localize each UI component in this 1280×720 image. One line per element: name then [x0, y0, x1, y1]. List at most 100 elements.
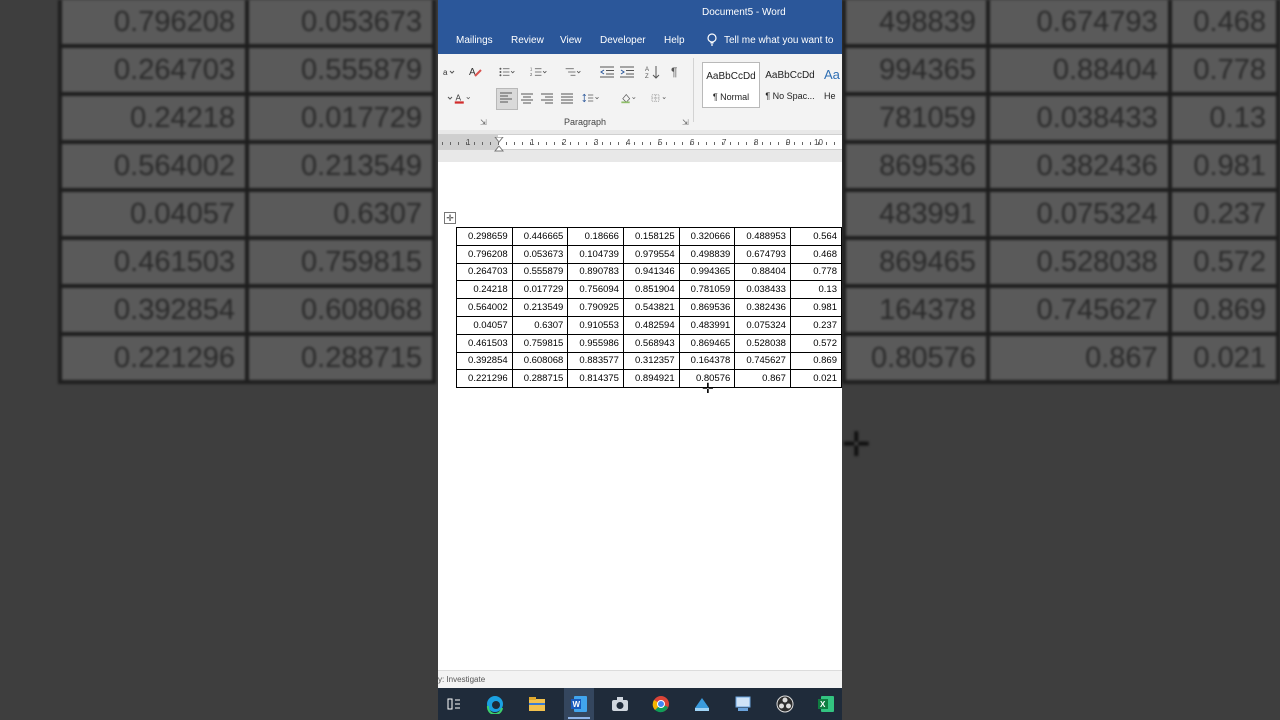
indent-marker-icon[interactable]	[494, 137, 504, 153]
highlight-dropdown-fragment[interactable]	[440, 90, 453, 106]
table-cell[interactable]: 0.13	[789, 280, 842, 300]
table-cell[interactable]: 0.461503	[456, 333, 513, 353]
table-cell[interactable]: 0.498839	[678, 244, 736, 264]
font-dropdown-fragment[interactable]: a	[440, 64, 455, 80]
table-cell[interactable]: 0.528038	[734, 333, 791, 353]
table-cell[interactable]: 0.851904	[622, 280, 680, 300]
table-cell[interactable]: 0.608068	[511, 351, 569, 371]
table-cell[interactable]: 0.796208	[456, 244, 513, 264]
multilevel-list-icon[interactable]	[564, 64, 586, 80]
shading-icon[interactable]	[620, 90, 646, 106]
paragraph-group-launcher-icon[interactable]: ⇲	[682, 118, 690, 127]
table-cell[interactable]: 0.814375	[567, 369, 624, 389]
align-right-icon[interactable]	[538, 90, 556, 106]
table-cell[interactable]: 0.021	[789, 369, 842, 389]
increase-indent-icon[interactable]	[618, 64, 636, 80]
table-cell[interactable]: 0.446665	[511, 227, 569, 246]
table-cell[interactable]: 0.213549	[511, 298, 569, 317]
table-cell[interactable]: 0.18666	[567, 227, 624, 246]
table-cell[interactable]: 0.869536	[678, 298, 736, 317]
table-cell[interactable]: 0.674793	[734, 244, 791, 264]
table-cell[interactable]: 0.24218	[456, 280, 513, 300]
table-cell[interactable]: 0.158125	[622, 227, 680, 246]
table-cell[interactable]: 0.894921	[622, 369, 680, 389]
table-cell[interactable]: 0.298659	[456, 227, 513, 246]
table-cell[interactable]: 0.910553	[567, 315, 624, 335]
line-spacing-icon[interactable]	[582, 90, 606, 106]
borders-icon[interactable]	[650, 90, 678, 106]
justify-icon[interactable]	[558, 90, 576, 106]
chrome-browser-icon[interactable]	[651, 694, 671, 714]
table-cell[interactable]: 0.483991	[678, 315, 736, 335]
table-cell[interactable]: 0.778	[789, 262, 842, 282]
table-cell[interactable]: 0.237	[789, 315, 842, 335]
network-app-icon[interactable]	[733, 694, 753, 714]
font-color-icon[interactable]: A	[454, 90, 478, 106]
tab-review[interactable]: Review	[511, 35, 544, 46]
table-cell[interactable]: 0.382436	[734, 298, 791, 317]
table-cell[interactable]: 0.312357	[622, 351, 680, 371]
table-cell[interactable]: 0.221296	[456, 369, 513, 389]
camera-app-icon[interactable]	[610, 694, 630, 714]
table-cell[interactable]: 0.392854	[456, 351, 513, 371]
table-cell[interactable]: 0.543821	[622, 298, 680, 317]
table-cell[interactable]: 0.869	[789, 351, 842, 371]
numbering-icon[interactable]: 12	[530, 64, 552, 80]
table-cell[interactable]: 0.88404	[734, 262, 791, 282]
align-center-icon[interactable]	[518, 90, 536, 106]
table-cell[interactable]: 0.104739	[567, 244, 624, 264]
sort-icon[interactable]: AZ	[644, 64, 662, 80]
table-cell[interactable]: 0.568943	[622, 333, 680, 353]
table-cell[interactable]: 0.320666	[678, 227, 736, 246]
file-explorer-icon[interactable]	[527, 694, 547, 714]
table-cell[interactable]: 0.075324	[734, 315, 791, 335]
obs-app-icon[interactable]	[775, 694, 795, 714]
table-cell[interactable]: 0.482594	[622, 315, 680, 335]
table-cell[interactable]: 0.867	[734, 369, 791, 389]
pinned-app-icon[interactable]	[692, 694, 712, 714]
excel-app-icon[interactable]: X	[816, 694, 836, 714]
table-cell[interactable]: 0.017729	[511, 280, 569, 300]
bullets-icon[interactable]	[498, 64, 520, 80]
table-cell[interactable]: 0.264703	[456, 262, 513, 282]
align-left-icon[interactable]	[496, 88, 518, 110]
table-cell[interactable]: 0.04057	[456, 315, 513, 335]
task-view-icon[interactable]	[444, 694, 464, 714]
table-cell[interactable]: 0.288715	[511, 369, 569, 389]
tab-view[interactable]: View	[560, 35, 582, 46]
table-cell[interactable]: 0.979554	[622, 244, 680, 264]
table-cell[interactable]: 0.745627	[734, 351, 791, 371]
table-cell[interactable]: 0.890783	[567, 262, 624, 282]
table-cell[interactable]: 0.6307	[511, 315, 569, 335]
show-formatting-marks-icon[interactable]: ¶	[668, 64, 686, 80]
table-cell[interactable]: 0.994365	[678, 262, 736, 282]
table-cell[interactable]: 0.759815	[511, 333, 569, 353]
font-group-launcher-icon[interactable]: ⇲	[480, 118, 488, 127]
table-cell[interactable]: 0.981	[789, 298, 842, 317]
table-cell[interactable]: 0.781059	[678, 280, 736, 300]
style-normal[interactable]: AaBbCcDd ¶ Normal	[702, 62, 760, 108]
table-cell[interactable]: 0.572	[789, 333, 842, 353]
table-cell[interactable]: 0.564002	[456, 298, 513, 317]
tab-mailings[interactable]: Mailings	[456, 35, 493, 46]
table-cell[interactable]: 0.555879	[511, 262, 569, 282]
table-cell[interactable]: 0.488953	[734, 227, 791, 246]
word-app-icon[interactable]: W	[569, 694, 589, 714]
table-cell[interactable]: 0.038433	[734, 280, 791, 300]
data-table[interactable]: 0.298659 0.446665 0.18666 0.158125 0.320666 0…	[456, 227, 842, 389]
table-cell[interactable]: 0.869465	[678, 333, 736, 353]
table-cell[interactable]: 0.053673	[511, 244, 569, 264]
tab-help[interactable]: Help	[664, 35, 685, 46]
tab-developer[interactable]: Developer	[600, 35, 646, 46]
document-page[interactable]: ✛ 0.298659 0.446665 0.18666 0.158125 0.32066…	[438, 162, 842, 670]
table-cell[interactable]: 0.941346	[622, 262, 680, 282]
style-no-spacing[interactable]: AaBbCcDd ¶ No Spac...	[762, 62, 818, 106]
table-cell[interactable]: 0.883577	[567, 351, 624, 371]
table-cell[interactable]: 0.790925	[567, 298, 624, 317]
horizontal-ruler[interactable]: 112345678910	[438, 134, 842, 153]
style-heading[interactable]: Aa He	[824, 62, 842, 106]
decrease-indent-icon[interactable]	[598, 64, 616, 80]
table-cell[interactable]: 0.955986	[567, 333, 624, 353]
table-cell[interactable]: 0.164378	[678, 351, 736, 371]
tell-me-search[interactable]: Tell me what you want to	[706, 33, 834, 47]
